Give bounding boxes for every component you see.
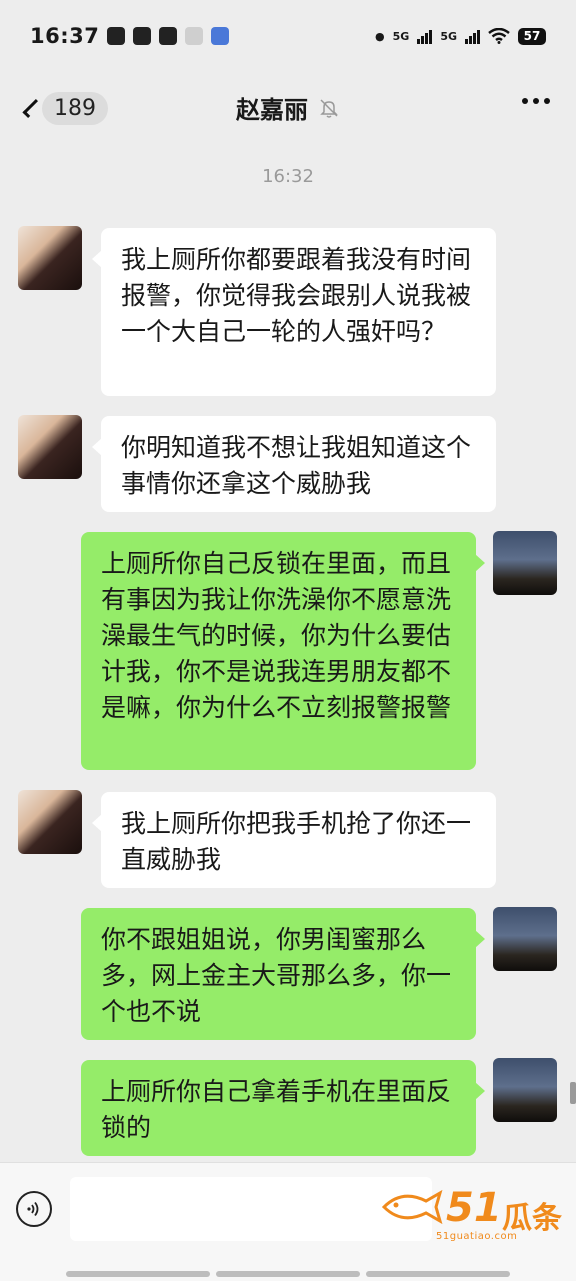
status-bar: 16:37 ● 5G 5G 57	[0, 0, 576, 72]
notification-app-icon	[185, 27, 204, 45]
signal-icon	[465, 28, 480, 44]
contact-avatar[interactable]	[18, 790, 82, 854]
contact-avatar[interactable]	[18, 226, 82, 290]
watermark-number: 51	[446, 1185, 502, 1231]
bell-off-icon	[320, 98, 338, 118]
chat-title: 赵嘉丽	[236, 96, 308, 124]
signal-icon	[417, 28, 433, 44]
status-left: 16:37	[30, 24, 230, 48]
alarm-icon: ●	[375, 29, 385, 43]
dot	[522, 98, 528, 104]
dot	[533, 98, 539, 104]
status-right: ● 5G 5G 57	[375, 27, 546, 45]
watermark-logo: 51 瓜条 51guatiao.com	[380, 1181, 570, 1251]
self-avatar[interactable]	[493, 907, 557, 971]
notification-app-icon	[107, 27, 126, 45]
chat-area[interactable]: 16:32 我上厕所你都要跟着我没有时间报警，你觉得我会跟别人说我被一个大自己一…	[0, 142, 576, 1160]
message-input[interactable]	[70, 1177, 432, 1241]
fish-logo-icon	[381, 1189, 443, 1225]
voice-button[interactable]	[16, 1191, 52, 1227]
message-bubble-incoming[interactable]: 我上厕所你把我手机抢了你还一直威胁我	[92, 792, 496, 888]
notification-app-icon	[211, 27, 230, 45]
dot	[544, 98, 550, 104]
more-button[interactable]	[522, 98, 550, 104]
input-bar: 51 瓜条 51guatiao.com	[0, 1162, 576, 1281]
watermark-url: 51guatiao.com	[436, 1231, 518, 1242]
self-avatar[interactable]	[493, 1058, 557, 1122]
notification-app-icon	[159, 27, 178, 45]
status-time: 16:37	[30, 24, 100, 48]
battery-indicator: 57	[518, 27, 546, 45]
network-type-1: 5G	[392, 29, 410, 43]
chat-header: 189 赵嘉丽	[0, 72, 576, 142]
message-bubble-incoming[interactable]: 我上厕所你都要跟着我没有时间报警，你觉得我会跟别人说我被一个大自己一轮的人强奸吗…	[92, 228, 496, 396]
title-wrap: 赵嘉丽	[0, 90, 576, 125]
self-avatar[interactable]	[493, 531, 557, 595]
contact-avatar[interactable]	[18, 415, 82, 479]
message-bubble-incoming[interactable]: 你明知道我不想让我姐知道这个事情你还拿这个威胁我	[92, 416, 496, 512]
voice-icon	[27, 1201, 39, 1217]
wifi-icon	[488, 28, 510, 44]
scrollbar[interactable]	[570, 1082, 576, 1104]
message-bubble-outgoing[interactable]: 你不跟姐姐说，你男闺蜜那么多，网上金主大哥那么多，你一个也不说	[81, 908, 485, 1040]
home-indicator	[66, 1271, 510, 1277]
notification-app-icon	[133, 27, 152, 45]
message-bubble-outgoing[interactable]: 上厕所你自己拿着手机在里面反锁的	[81, 1060, 485, 1156]
message-bubble-outgoing[interactable]: 上厕所你自己反锁在里面，而且有事因为我让你洗澡你不愿意洗澡最生气的时候，你为什么…	[81, 532, 485, 770]
network-type-2: 5G	[440, 29, 457, 43]
message-timestamp: 16:32	[262, 166, 314, 187]
